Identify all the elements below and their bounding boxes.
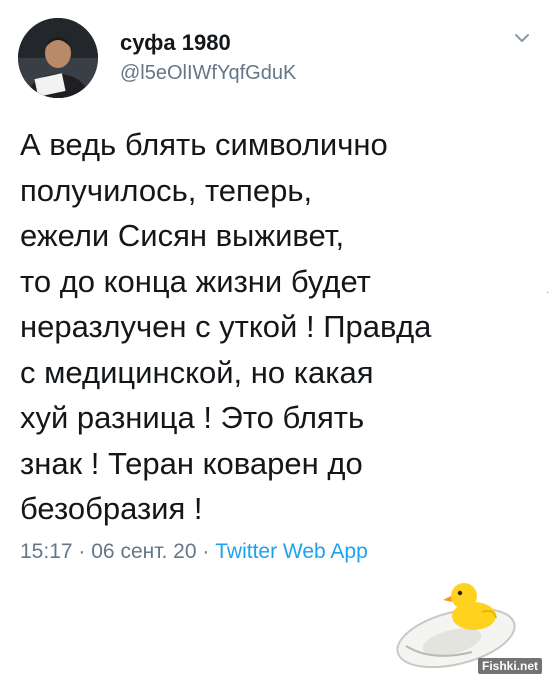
- user-handle[interactable]: @l5eOlIWfYqfGduK: [120, 62, 296, 85]
- duck-pillow-sticker: [396, 583, 516, 669]
- tweet-meta: 15:17 · 06 сент. 20 · Twitter Web App: [20, 540, 368, 564]
- tweet-card: суфа 1980 @l5eOlIWfYqfGduK А ведь блять …: [0, 0, 554, 679]
- tweet-time[interactable]: 15:17: [20, 540, 73, 563]
- edge-artifact: .: [546, 282, 550, 296]
- tweet-source-link[interactable]: Twitter Web App: [215, 540, 368, 563]
- avatar-photo: [18, 18, 98, 98]
- tweet-text: А ведь блять символично получилось, тепе…: [20, 127, 432, 526]
- meta-separator: ·: [78, 540, 86, 563]
- tweet-date[interactable]: 06 сент. 20: [91, 540, 196, 563]
- avatar[interactable]: [18, 18, 98, 98]
- meta-separator: ·: [202, 540, 210, 563]
- display-name[interactable]: суфа 1980: [120, 30, 231, 56]
- chevron-down-icon[interactable]: [512, 28, 532, 48]
- watermark: Fishki.net: [478, 658, 543, 674]
